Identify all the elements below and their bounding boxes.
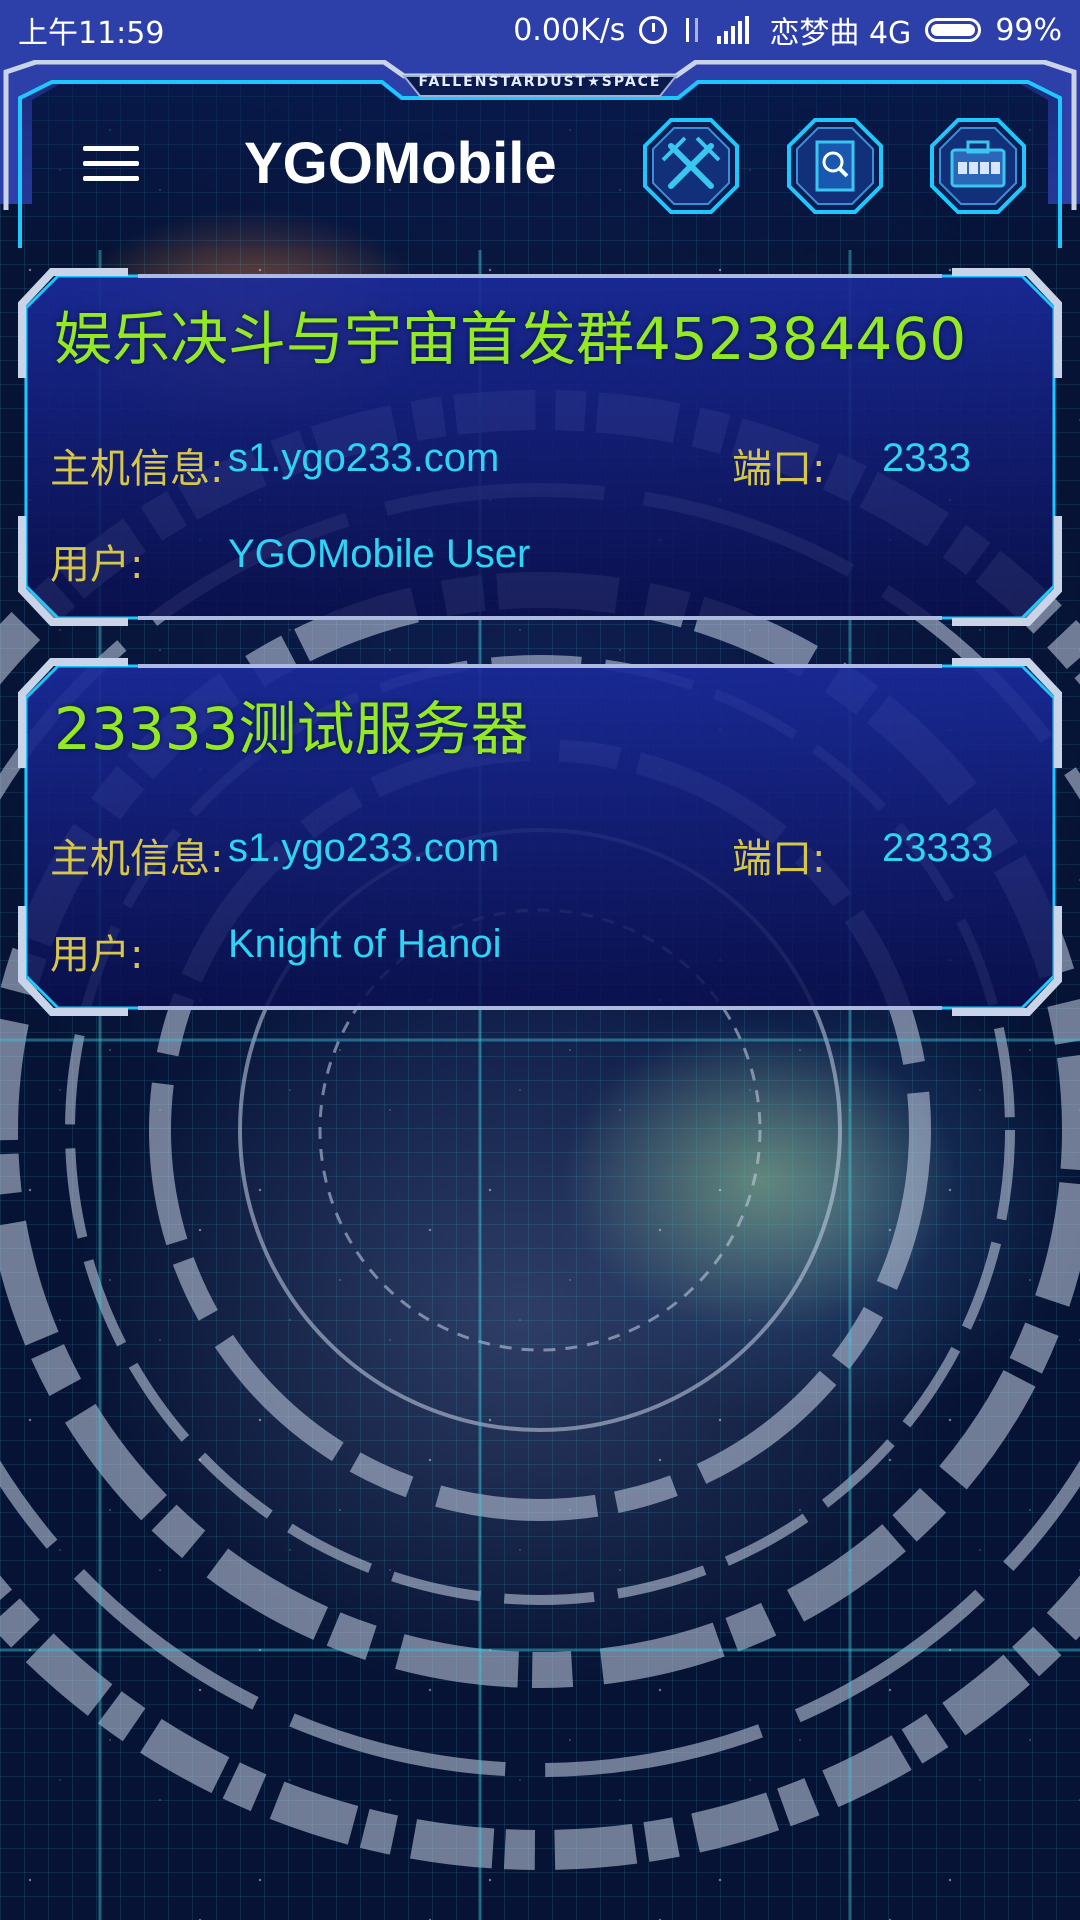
host-label: 主机信息: [50, 446, 224, 492]
port-value: 23333 [882, 826, 994, 870]
server-name: 娱乐决斗与宇宙首发群452384460 [54, 305, 967, 373]
port-label: 端口: [732, 446, 826, 492]
network-speed: 0.00K/s [513, 12, 626, 48]
host-value: s1.ygo233.com [228, 436, 500, 480]
host-value: s1.ygo233.com [228, 826, 500, 870]
duel-swords-icon [643, 118, 739, 214]
alarm-icon [639, 16, 668, 44]
user-value: Knight of Hanoi [228, 922, 502, 966]
server-card[interactable]: 23333测试服务器 主机信息: s1.ygo233.com 端口: 23333… [18, 658, 1062, 1016]
app-bar: FALLENSTARDUST★SPACE YGOMobile [0, 60, 1080, 248]
port-value: 2333 [882, 436, 971, 480]
status-indicators: 0.00K/s 恋梦曲 4G 99% [513, 8, 1062, 52]
battery-icon [925, 18, 982, 42]
user-value: YGOMobile User [228, 532, 531, 576]
host-label: 主机信息: [50, 836, 224, 882]
port-label: 端口: [732, 836, 826, 882]
app-title: YGOMobile [244, 131, 557, 196]
menu-button[interactable] [70, 136, 150, 190]
user-label: 用户: [50, 932, 144, 978]
battery-level-fill [931, 24, 976, 36]
server-card[interactable]: 娱乐决斗与宇宙首发群452384460 主机信息: s1.ygo233.com … [18, 268, 1062, 626]
signal-strength-icon [717, 16, 755, 44]
data-transfer-icon [681, 15, 703, 45]
card-search-button[interactable] [785, 116, 885, 216]
card-search-icon [787, 118, 883, 214]
status-bar: 上午11:59 0.00K/s 恋梦曲 4G 99% [0, 0, 1080, 60]
user-label: 用户: [50, 542, 144, 588]
deck-box-icon [930, 118, 1026, 214]
duel-button[interactable] [641, 116, 741, 216]
server-name: 23333测试服务器 [54, 695, 529, 763]
status-time: 上午11:59 [18, 16, 165, 51]
carrier-label: 恋梦曲 4G [769, 16, 912, 51]
deck-button[interactable] [928, 116, 1028, 216]
battery-percent: 99% [995, 12, 1062, 48]
frame-caption: FALLENSTARDUST★SPACE [418, 74, 662, 90]
